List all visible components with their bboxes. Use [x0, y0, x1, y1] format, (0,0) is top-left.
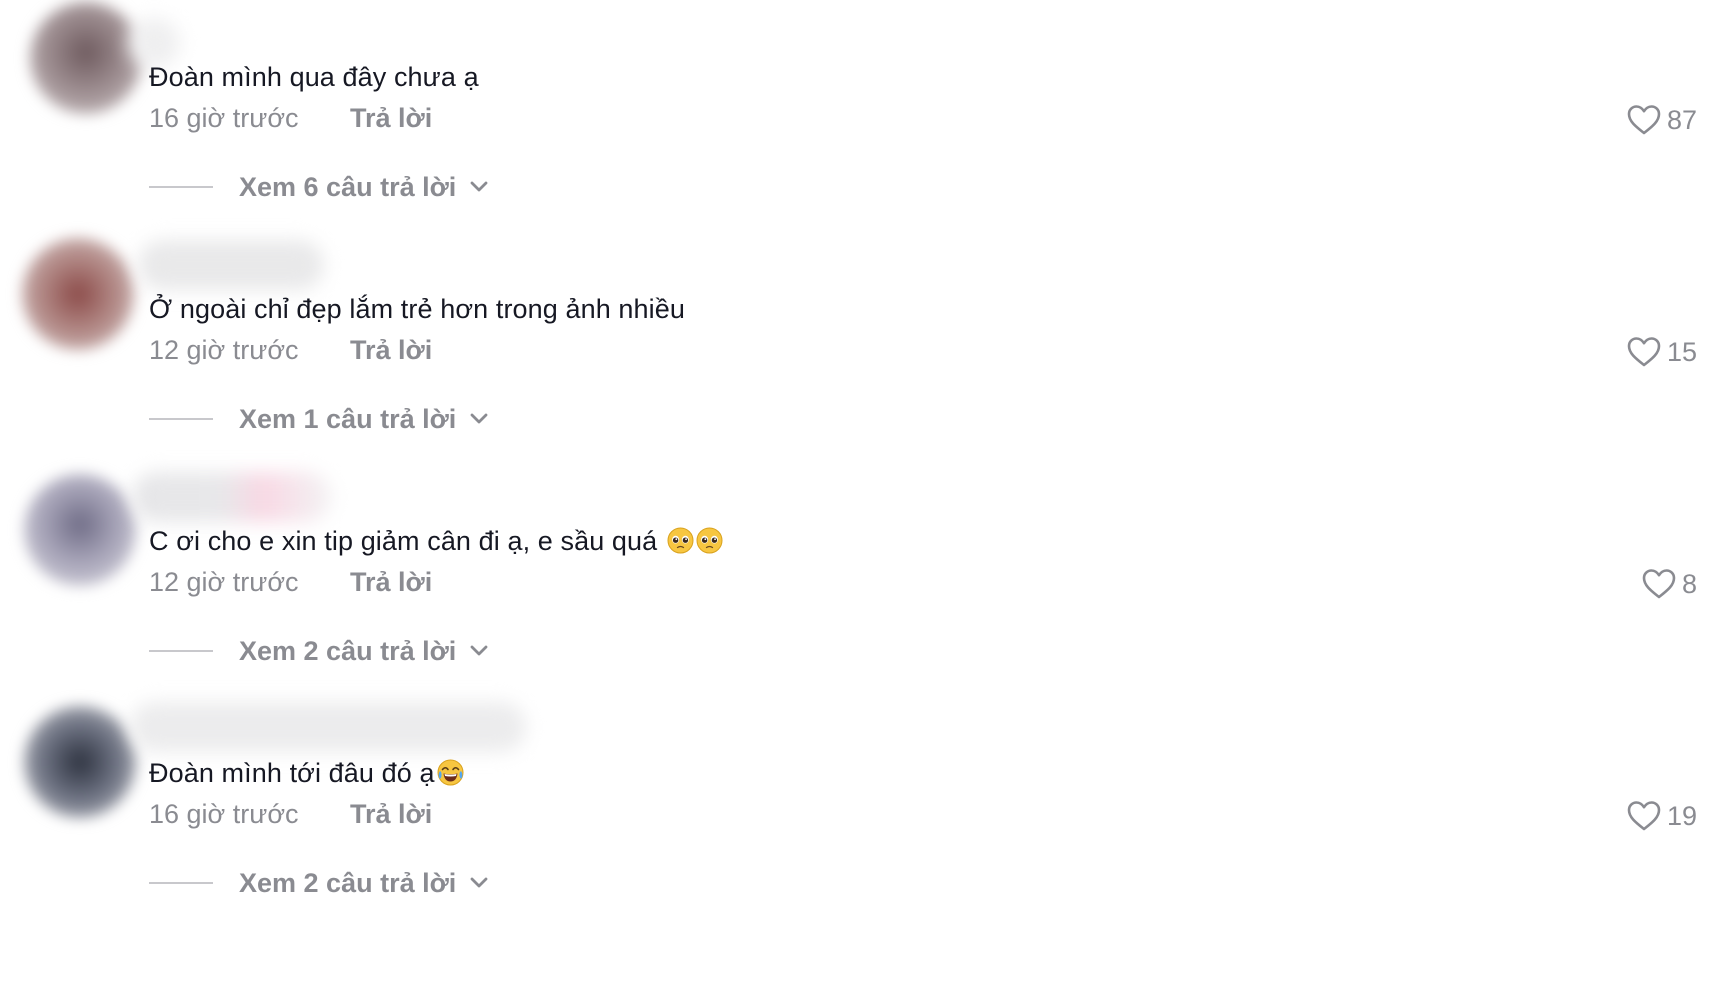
comment-item: Đoàn mình qua đây chưa ạ 16 giờ trước Tr…	[0, 0, 1714, 256]
comment-timestamp: 16 giờ trước	[149, 799, 299, 829]
reply-button[interactable]: Trả lời	[350, 567, 432, 598]
comment-text: Đoàn mình tới đâu đó ạ	[149, 758, 464, 789]
divider-line	[149, 418, 213, 420]
like-button[interactable]: 87	[1627, 100, 1697, 140]
like-button[interactable]: 15	[1627, 332, 1697, 372]
view-replies-label: Xem 6 câu trả lời	[239, 171, 457, 202]
view-replies-label: Xem 2 câu trả lời	[239, 867, 457, 898]
chevron-down-icon	[456, 645, 488, 657]
comment-text-content: C ơi cho e xin tip giảm cân đi ạ, e sầu …	[149, 526, 665, 556]
heart-outline-icon	[1627, 336, 1661, 368]
view-replies-button[interactable]: Xem 1 câu trả lời	[149, 399, 488, 439]
comment-text-content: Đoàn mình qua đây chưa ạ	[149, 62, 479, 92]
chevron-down-icon	[456, 877, 488, 889]
like-count: 8	[1681, 568, 1697, 599]
username-redacted[interactable]	[130, 702, 526, 752]
comment-item: Đoàn mình tới đâu đó ạ 16 giờ trước Trả …	[0, 696, 1714, 952]
face-with-tears-of-joy-emoji	[437, 759, 464, 786]
pleading-face-emoji	[667, 527, 694, 554]
avatar[interactable]	[30, 2, 142, 114]
avatar[interactable]	[22, 238, 134, 350]
username-redacted[interactable]	[128, 18, 180, 68]
comment-timestamp: 12 giờ trước	[149, 335, 299, 365]
comment-item: C ơi cho e xin tip giảm cân đi ạ, e sầu …	[0, 464, 1714, 720]
comment-item: Ở ngoài chỉ đẹp lắm trẻ hơn trong ảnh nh…	[0, 232, 1714, 488]
username-redacted[interactable]	[138, 240, 324, 290]
comment-text-content: Ở ngoài chỉ đẹp lắm trẻ hơn trong ảnh nh…	[149, 294, 685, 324]
divider-line	[149, 186, 213, 188]
divider-line	[149, 882, 213, 884]
divider-line	[149, 650, 213, 652]
avatar[interactable]	[24, 474, 136, 586]
comment-text: Đoàn mình qua đây chưa ạ	[149, 62, 479, 93]
view-replies-button[interactable]: Xem 2 câu trả lời	[149, 863, 488, 903]
heart-outline-icon	[1627, 800, 1661, 832]
like-count: 19	[1666, 800, 1697, 831]
reply-button[interactable]: Trả lời	[350, 103, 432, 134]
like-count: 87	[1666, 104, 1697, 135]
heart-outline-icon	[1627, 104, 1661, 136]
like-count: 15	[1666, 336, 1697, 367]
avatar[interactable]	[24, 706, 136, 818]
chevron-down-icon	[456, 181, 488, 193]
view-replies-label: Xem 1 câu trả lời	[239, 403, 457, 434]
pleading-face-emoji	[696, 527, 723, 554]
heart-outline-icon	[1642, 568, 1676, 600]
like-button[interactable]: 8	[1642, 564, 1697, 604]
comment-text-content: Đoàn mình tới đâu đó ạ	[149, 758, 435, 788]
comment-text: Ở ngoài chỉ đẹp lắm trẻ hơn trong ảnh nh…	[149, 294, 685, 325]
reply-button[interactable]: Trả lời	[350, 799, 432, 830]
like-button[interactable]: 19	[1627, 796, 1697, 836]
reply-button[interactable]: Trả lời	[350, 335, 432, 366]
comment-text: C ơi cho e xin tip giảm cân đi ạ, e sầu …	[149, 526, 723, 557]
comment-timestamp: 16 giờ trước	[149, 103, 299, 133]
view-replies-label: Xem 2 câu trả lời	[239, 635, 457, 666]
chevron-down-icon	[456, 413, 488, 425]
username-redacted[interactable]	[132, 472, 332, 522]
view-replies-button[interactable]: Xem 6 câu trả lời	[149, 167, 488, 207]
view-replies-button[interactable]: Xem 2 câu trả lời	[149, 631, 488, 671]
comment-timestamp: 12 giờ trước	[149, 567, 299, 597]
